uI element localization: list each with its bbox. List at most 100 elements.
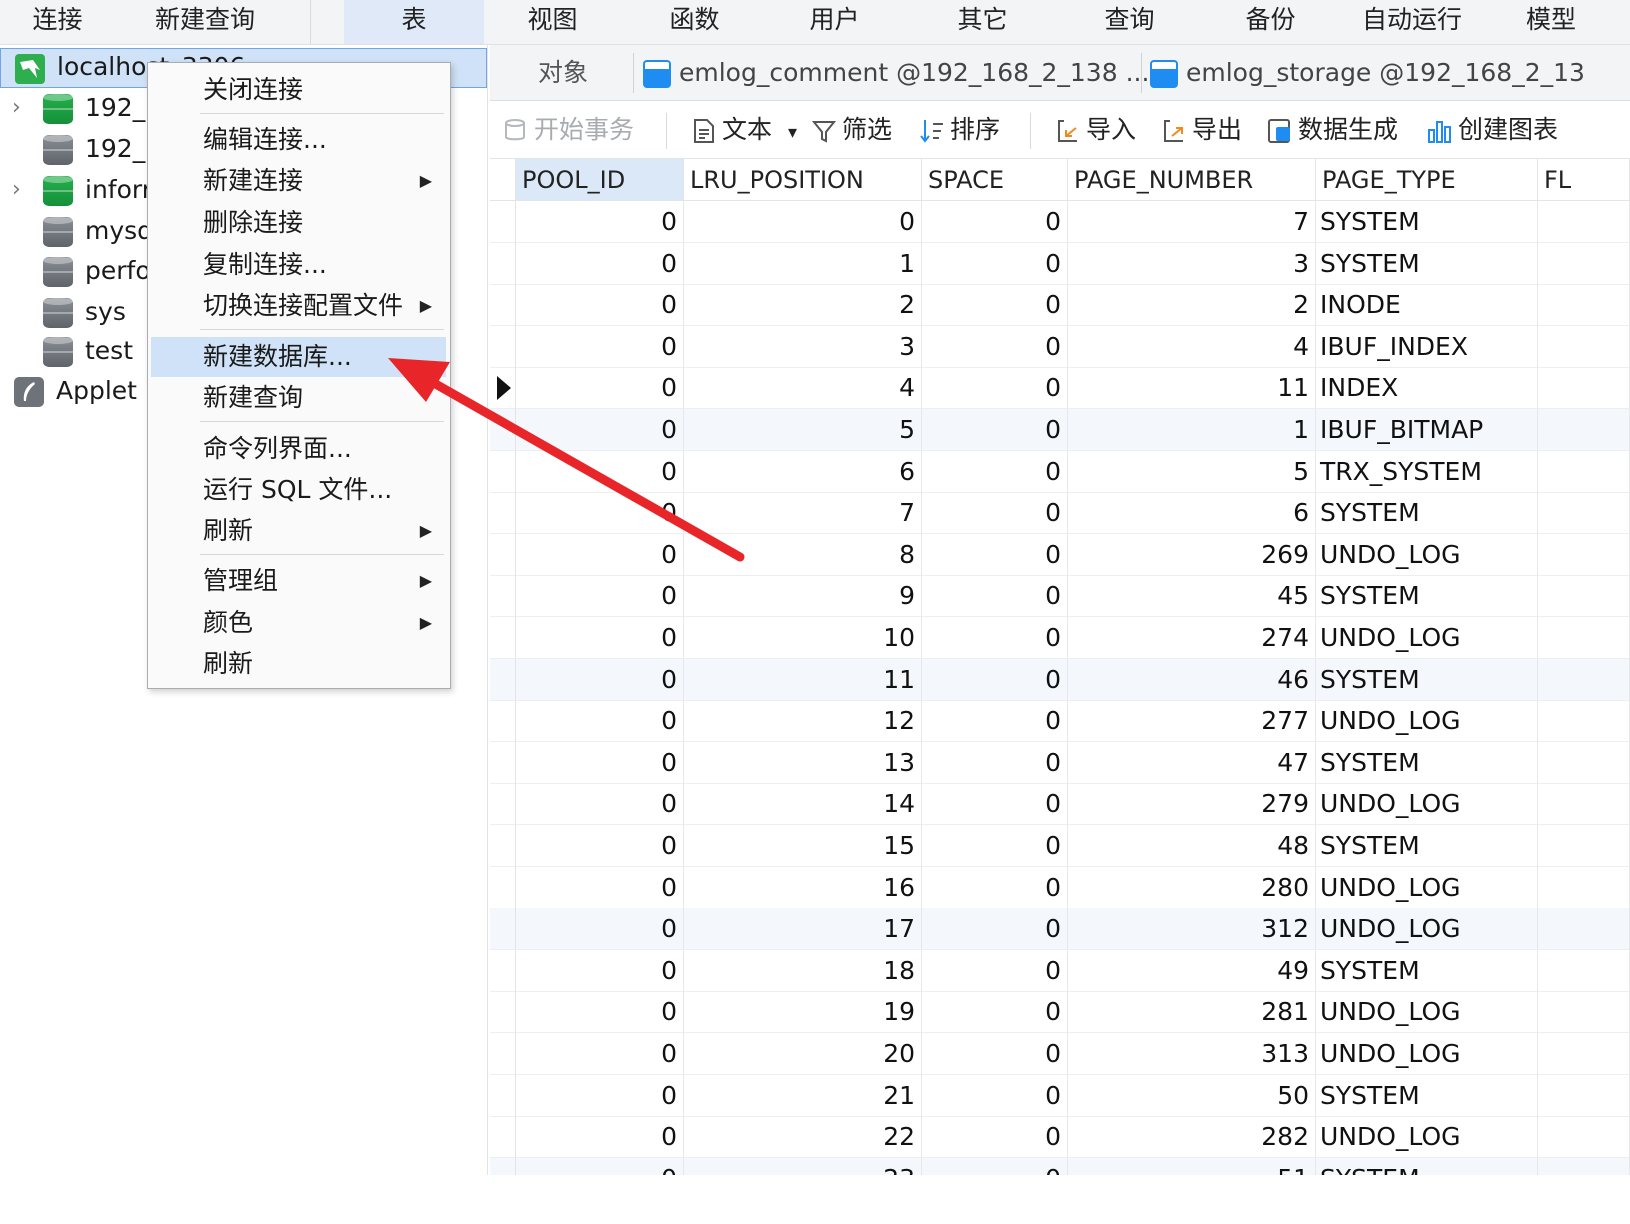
column-header-page-number[interactable]: PAGE_NUMBER xyxy=(1068,159,1316,201)
cell-lru-position[interactable]: 22 xyxy=(684,1116,922,1159)
cell-flush-type[interactable] xyxy=(1538,325,1630,368)
tab-emlog-comment[interactable]: emlog_comment @192_168_2_138 ... xyxy=(643,45,1149,100)
cell-page-type[interactable]: TRX_SYSTEM xyxy=(1316,450,1538,493)
cell-pool-id[interactable]: 0 xyxy=(516,991,684,1034)
cell-lru-position[interactable]: 21 xyxy=(684,1074,922,1117)
cell-flush-type[interactable] xyxy=(1538,242,1630,285)
table-row[interactable]: 0 20 0 313 UNDO_LOG xyxy=(490,1033,1630,1075)
cell-space[interactable]: 0 xyxy=(922,949,1068,992)
cell-flush-type[interactable] xyxy=(1538,284,1630,327)
column-header-page-type[interactable]: PAGE_TYPE xyxy=(1316,159,1538,201)
cell-space[interactable]: 0 xyxy=(922,700,1068,743)
cell-lru-position[interactable]: 1 xyxy=(684,242,922,285)
menu-connect[interactable]: 连接 xyxy=(0,0,115,44)
cell-page-number[interactable]: 274 xyxy=(1068,617,1316,659)
menu-item-switch-profile[interactable]: 切换连接配置文件 ▶ xyxy=(151,286,446,326)
row-header[interactable] xyxy=(490,1033,516,1075)
cell-flush-type[interactable] xyxy=(1538,700,1630,743)
cell-page-number[interactable]: 277 xyxy=(1068,700,1316,743)
menu-item-color[interactable]: 颜色 ▶ xyxy=(151,603,446,643)
column-header-fl[interactable]: FL xyxy=(1538,159,1630,201)
row-header[interactable] xyxy=(490,1074,516,1117)
table-row[interactable]: 0 18 0 49 SYSTEM xyxy=(490,949,1630,992)
row-header[interactable] xyxy=(490,825,516,867)
cell-page-number[interactable]: 7 xyxy=(1068,201,1316,243)
tab-objects[interactable]: 对象 xyxy=(538,45,588,100)
row-header[interactable] xyxy=(490,492,516,535)
cell-flush-type[interactable] xyxy=(1538,492,1630,535)
expand-chevron-icon[interactable]: › xyxy=(12,88,28,128)
cell-page-number[interactable]: 282 xyxy=(1068,1116,1316,1159)
cell-lru-position[interactable]: 23 xyxy=(684,1157,922,1175)
cell-lru-position[interactable]: 20 xyxy=(684,1033,922,1075)
cell-pool-id[interactable]: 0 xyxy=(516,533,684,576)
cell-lru-position[interactable]: 3 xyxy=(684,325,922,368)
cell-page-number[interactable]: 46 xyxy=(1068,658,1316,701)
cell-space[interactable]: 0 xyxy=(922,908,1068,951)
table-row[interactable]: 0 9 0 45 SYSTEM xyxy=(490,575,1630,618)
table-row[interactable]: 0 3 0 4 IBUF_INDEX xyxy=(490,325,1630,368)
cell-space[interactable]: 0 xyxy=(922,1033,1068,1075)
cell-page-number[interactable]: 279 xyxy=(1068,783,1316,826)
cell-page-number[interactable]: 49 xyxy=(1068,949,1316,992)
cell-page-number[interactable]: 280 xyxy=(1068,866,1316,909)
cell-page-number[interactable]: 11 xyxy=(1068,367,1316,410)
cell-flush-type[interactable] xyxy=(1538,1116,1630,1159)
cell-space[interactable]: 0 xyxy=(922,991,1068,1034)
row-header[interactable] xyxy=(490,1116,516,1159)
cell-page-type[interactable]: INDEX xyxy=(1316,367,1538,410)
cell-flush-type[interactable] xyxy=(1538,575,1630,618)
cell-pool-id[interactable]: 0 xyxy=(516,284,684,327)
cell-page-type[interactable]: INODE xyxy=(1316,284,1538,327)
cell-page-number[interactable]: 51 xyxy=(1068,1157,1316,1175)
column-header-pool-id[interactable]: POOL_ID xyxy=(516,159,684,201)
cell-space[interactable]: 0 xyxy=(922,1116,1068,1159)
cell-space[interactable]: 0 xyxy=(922,617,1068,659)
cell-flush-type[interactable] xyxy=(1538,741,1630,784)
cell-pool-id[interactable]: 0 xyxy=(516,1074,684,1117)
cell-pool-id[interactable]: 0 xyxy=(516,492,684,535)
table-row[interactable]: 023051SYSTEM xyxy=(490,1157,1630,1175)
cell-page-type[interactable]: SYSTEM xyxy=(1316,825,1538,867)
cell-flush-type[interactable] xyxy=(1538,617,1630,659)
cell-page-number[interactable]: 47 xyxy=(1068,741,1316,784)
row-header[interactable] xyxy=(490,741,516,784)
tab-emlog-storage[interactable]: emlog_storage @192_168_2_13 xyxy=(1150,45,1585,100)
cell-page-type[interactable]: SYSTEM xyxy=(1316,492,1538,535)
cell-lru-position[interactable]: 16 xyxy=(684,866,922,909)
row-header[interactable] xyxy=(490,533,516,576)
menu-item-refresh-sub[interactable]: 刷新 ▶ xyxy=(151,511,446,551)
row-header[interactable] xyxy=(490,783,516,826)
row-header[interactable] xyxy=(490,991,516,1034)
column-header-space[interactable]: SPACE xyxy=(922,159,1068,201)
cell-lru-position[interactable]: 8 xyxy=(684,533,922,576)
cell-page-type[interactable]: SYSTEM xyxy=(1316,242,1538,285)
menu-user[interactable]: 用户 xyxy=(782,0,887,44)
cell-flush-type[interactable] xyxy=(1538,533,1630,576)
cell-page-number[interactable]: 48 xyxy=(1068,825,1316,867)
cell-page-number[interactable]: 2 xyxy=(1068,284,1316,327)
table-row[interactable]: 0 4 0 11 INDEX xyxy=(490,367,1630,410)
row-header[interactable] xyxy=(490,325,516,368)
cell-page-type[interactable]: IBUF_INDEX xyxy=(1316,325,1538,368)
cell-space[interactable]: 0 xyxy=(922,492,1068,535)
menu-item-delete-connection[interactable]: 删除连接 xyxy=(151,203,446,243)
table-row[interactable]: 0 13 0 47 SYSTEM xyxy=(490,741,1630,784)
menu-item-new-database[interactable]: 新建数据库... xyxy=(151,337,446,377)
row-header[interactable] xyxy=(490,1157,516,1175)
cell-pool-id[interactable]: 0 xyxy=(516,825,684,867)
cell-page-type[interactable]: SYSTEM xyxy=(1316,949,1538,992)
menu-other[interactable]: 其它 xyxy=(930,0,1035,44)
cell-page-type[interactable]: UNDO_LOG xyxy=(1316,700,1538,743)
menu-item-close-connection[interactable]: 关闭连接 xyxy=(151,70,446,110)
table-row[interactable]: 0 2 0 2 INODE xyxy=(490,284,1630,327)
menu-item-edit-connection[interactable]: 编辑连接... xyxy=(151,120,446,160)
cell-page-number[interactable]: 312 xyxy=(1068,908,1316,951)
table-row[interactable]: 0 15 0 48 SYSTEM xyxy=(490,825,1630,867)
cell-page-type[interactable]: UNDO_LOG xyxy=(1316,783,1538,826)
text-view-button[interactable]: 文本 ▾ xyxy=(692,101,797,158)
menu-model[interactable]: 模型 xyxy=(1510,0,1630,44)
menu-item-new-query[interactable]: 新建查询 xyxy=(151,378,446,418)
menu-item-manage-group[interactable]: 管理组 ▶ xyxy=(151,561,446,601)
cell-lru-position[interactable]: 15 xyxy=(684,825,922,867)
